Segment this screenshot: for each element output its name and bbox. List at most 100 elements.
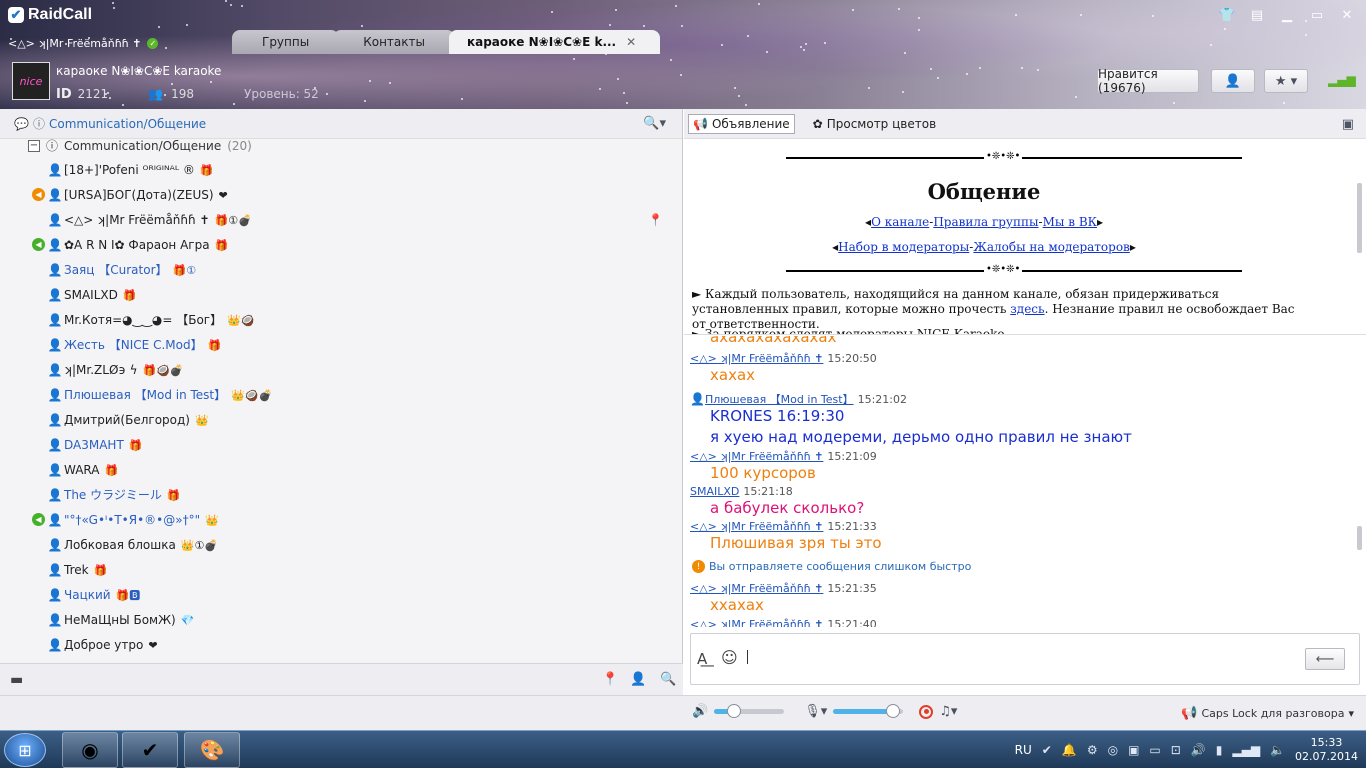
- member-row[interactable]: ◀ 👤 ✿A R N I✿ Фараон Агра 🎁: [0, 232, 683, 257]
- menu-icon[interactable]: ▤: [1246, 6, 1268, 24]
- clock[interactable]: 15:33 02.07.2014: [1295, 736, 1358, 764]
- message-author[interactable]: <△> ʞ|Mr Frëëmåňɦɦ ✝: [690, 618, 823, 627]
- bell-icon[interactable]: 🔔: [1062, 743, 1077, 757]
- tab-contacts[interactable]: Контакты: [333, 30, 455, 54]
- star-decoration: [608, 24, 611, 27]
- link-vk[interactable]: Мы в ВК: [1043, 215, 1097, 229]
- member-row[interactable]: 👤 Дмитрий(Белгород) 👑: [0, 407, 683, 432]
- speaker-icon[interactable]: 🔊: [692, 704, 708, 719]
- link-moderators-recruit[interactable]: Набор в модераторы: [838, 240, 969, 254]
- font-format-icon[interactable]: A͟: [697, 650, 707, 668]
- chat-scrollbar[interactable]: [1357, 526, 1362, 550]
- close-button[interactable]: ✕: [1336, 6, 1358, 24]
- network-icon[interactable]: ⊡: [1171, 743, 1181, 757]
- raidcall-tray-icon[interactable]: ✔: [1042, 743, 1052, 757]
- member-row[interactable]: 👤 Лобковая блошка 👑①💣: [0, 532, 683, 557]
- chat-panel-tabs: 📢 Объявление ✿ Просмотр цветов ▣: [684, 109, 1366, 139]
- taskbar-paint[interactable]: 🎨: [184, 732, 240, 768]
- battery-icon[interactable]: ▮: [1216, 743, 1223, 757]
- message-text: ххахах: [710, 596, 764, 614]
- record-icon[interactable]: [919, 704, 934, 719]
- minimize-button[interactable]: ▁: [1276, 6, 1298, 24]
- star-decoration: [674, 5, 677, 8]
- member-row[interactable]: 👤 <△> ʞ|Mr Frëëmåňɦɦ ✝ 🎁①💣 📍: [0, 207, 683, 232]
- signal-bars-icon[interactable]: ▂▄▆: [1232, 743, 1260, 757]
- talk-mode[interactable]: 📢 Caps Lock для разговора ▾: [1181, 706, 1354, 721]
- location-pin-icon[interactable]: 📍: [648, 213, 663, 227]
- message-input[interactable]: A͟ ☺ ⟵: [690, 633, 1360, 685]
- speaker-volume-slider[interactable]: [714, 704, 785, 718]
- link-about[interactable]: О канале: [871, 215, 929, 229]
- person-icon[interactable]: 👤: [630, 672, 646, 687]
- member-row[interactable]: 👤 Mr.Котя=◕‿‿◕= 【Бог】 👑🥥: [0, 307, 683, 332]
- channel-group[interactable]: − ⓘ Communication/Общение (20): [0, 139, 683, 158]
- send-button[interactable]: ⟵: [1305, 648, 1345, 670]
- panel-toggle-icon[interactable]: ▣: [1342, 117, 1354, 132]
- steam-icon[interactable]: ⚙: [1087, 743, 1098, 757]
- online-status-icon[interactable]: ✓: [147, 38, 159, 49]
- tab-color-preview[interactable]: ✿ Просмотр цветов: [809, 114, 941, 134]
- tab-announcement[interactable]: 📢 Объявление: [688, 113, 795, 134]
- slider-knob[interactable]: [726, 704, 741, 718]
- member-row[interactable]: 👤 [18+]'Pofeni ᴼᴿᴵᴳᴵᴺᴬᴸ ® 🎁: [0, 157, 683, 182]
- message-author[interactable]: <△> ʞ|Mr Frëëmåňɦɦ ✝: [690, 582, 823, 595]
- member-row[interactable]: ◀ 👤 "°†«G•ᴵ•T•Я•®•@»†°" 👑: [0, 507, 683, 532]
- member-row[interactable]: 👤 НеМаЩнЫ БомЖ) 💎: [0, 607, 683, 632]
- collapse-icon[interactable]: ▬: [10, 672, 23, 688]
- favorite-button[interactable]: ★ ▾: [1264, 69, 1308, 93]
- member-row[interactable]: 👤 Доброе утро ❤: [0, 632, 683, 657]
- tab-groups[interactable]: Группы: [232, 30, 340, 54]
- message-author[interactable]: <△> ʞ|Mr Frëëmåňɦɦ ✝: [690, 450, 823, 463]
- star-decoration: [917, 16, 920, 19]
- member-row[interactable]: 👤 The ウラジミール 🎁: [0, 482, 683, 507]
- member-row[interactable]: 👤 Жесть 【NICE C.Mod】 🎁: [0, 332, 683, 357]
- rules-link[interactable]: здесь: [1010, 302, 1044, 316]
- member-row[interactable]: 👤 ʞ|Mr.ZLØ϶ ϟ 🎁🥥💣: [0, 357, 683, 382]
- message-author[interactable]: <△> ʞ|Mr Frëëmåňɦɦ ✝: [690, 352, 823, 365]
- search-icon[interactable]: 🔍: [660, 672, 676, 687]
- message-author[interactable]: SMAILXD: [690, 485, 739, 498]
- language-indicator[interactable]: RU: [1015, 743, 1032, 757]
- skin-icon[interactable]: 👕: [1216, 6, 1238, 24]
- display-icon[interactable]: ▭: [1149, 743, 1160, 757]
- member-row[interactable]: 👤 DA3MAHT 🎁: [0, 432, 683, 457]
- member-row[interactable]: 👤 Trek 🎁: [0, 557, 683, 582]
- close-tab-icon[interactable]: ✕: [626, 35, 636, 49]
- member-row[interactable]: 👤 WARA 🎁: [0, 457, 683, 482]
- channel-id: 2121: [77, 87, 109, 101]
- member-row[interactable]: 👤 Плюшевая 【Mod in Test】 👑🥥💣: [0, 382, 683, 407]
- tab-channel[interactable]: караоке N❀I❀C❀E k... ✕: [448, 30, 661, 54]
- mic-volume-slider[interactable]: [833, 704, 904, 718]
- emoji-icon[interactable]: ☺: [721, 648, 738, 667]
- monitor-icon[interactable]: ▣: [1128, 743, 1139, 757]
- collapse-toggle-icon[interactable]: −: [28, 139, 40, 152]
- link-complaints[interactable]: Жалобы на модераторов: [973, 240, 1129, 254]
- member-row[interactable]: 👤 SMAILXD 🎁: [0, 282, 683, 307]
- message-author[interactable]: Плюшевая 【Mod in Test】: [705, 393, 854, 406]
- member-name-text: Mr.Котя=◕‿‿◕= 【Бог】: [64, 313, 223, 327]
- search-people-icon[interactable]: 🔍▾: [643, 116, 666, 131]
- music-icon[interactable]: ♫▾: [939, 704, 957, 719]
- speaker-icon: ◀: [32, 188, 45, 201]
- microphone-icon[interactable]: 🎙▾: [804, 704, 827, 719]
- taskbar-raidcall[interactable]: ✔: [122, 732, 178, 768]
- tray-app-icon[interactable]: ◎: [1108, 743, 1118, 757]
- like-button[interactable]: Нравится (19676): [1097, 67, 1199, 95]
- slider-knob[interactable]: [885, 704, 900, 718]
- tree-header-label[interactable]: Communication/Общение: [49, 117, 206, 131]
- message-author[interactable]: <△> ʞ|Mr Frëëmåňɦɦ ✝: [690, 520, 823, 533]
- link-rules[interactable]: Правила группы: [933, 215, 1038, 229]
- tree-footer: ▬ 📍 👤 🔍: [0, 663, 683, 695]
- location-icon[interactable]: 📍: [602, 672, 618, 687]
- announcement-scrollbar[interactable]: [1357, 183, 1362, 253]
- maximize-button[interactable]: ▭: [1306, 6, 1328, 24]
- start-button[interactable]: ⊞: [4, 733, 46, 767]
- current-user[interactable]: <△> ʞ|Mr Frëëmåňɦɦ ✝ ✓: [8, 37, 159, 50]
- taskbar-chrome[interactable]: ◉: [62, 732, 118, 768]
- speaker-tray-icon[interactable]: 🔈: [1270, 743, 1285, 757]
- member-row[interactable]: ◀ 👤 [URSA]БОГ(Дота)(ZEUS) ❤: [0, 182, 683, 207]
- member-row[interactable]: 👤 Заяц 【Curator】 🎁①: [0, 257, 683, 282]
- edit-profile-button[interactable]: 👤: [1211, 69, 1255, 93]
- volume-icon[interactable]: 🔊: [1191, 743, 1206, 757]
- member-row[interactable]: 👤 Чацкий 🎁🅱: [0, 582, 683, 607]
